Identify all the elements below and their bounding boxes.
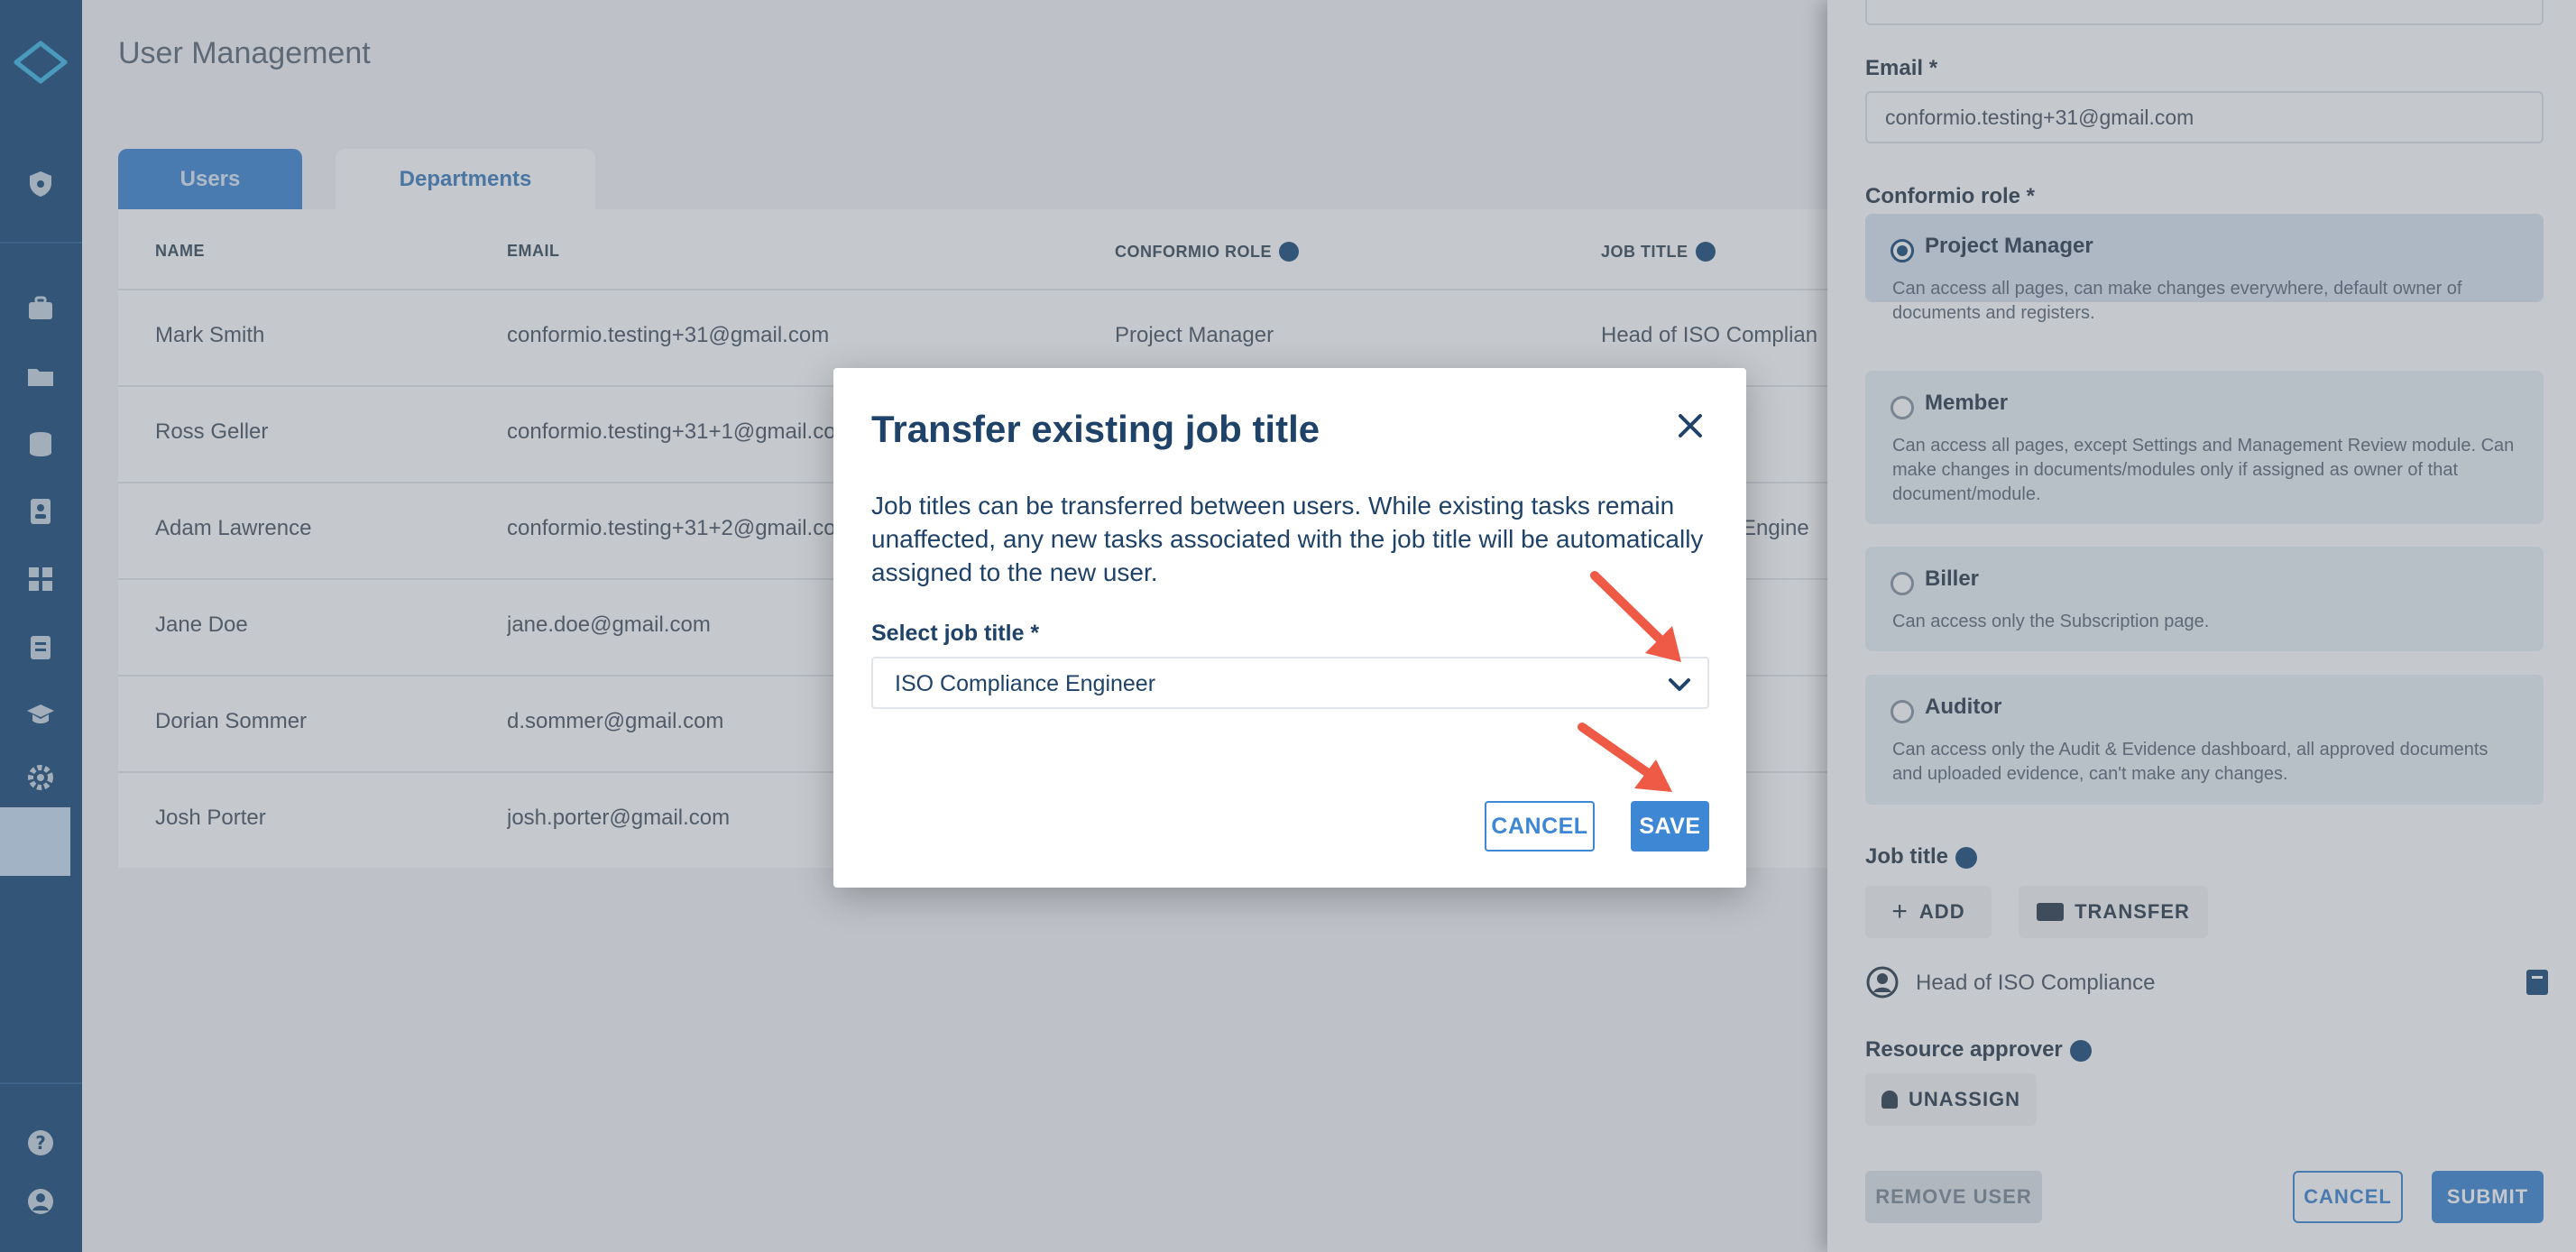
- chevron-down-icon[interactable]: [1666, 672, 1693, 697]
- modal-description: Job titles can be transferred between us…: [871, 492, 1704, 586]
- job-title-select-value: ISO Compliance Engineer: [895, 671, 1156, 696]
- modal-title: Transfer existing job title: [871, 408, 1320, 450]
- select-job-title-label: Select job title *: [871, 621, 1040, 646]
- annotation-arrow-icon: [1590, 571, 1681, 662]
- job-title-select[interactable]: ISO Compliance Engineer: [871, 657, 1709, 709]
- transfer-job-title-modal: Transfer existing job title Job titles c…: [833, 368, 1746, 888]
- cancel-button[interactable]: CANCEL: [1485, 801, 1595, 852]
- close-icon[interactable]: [1672, 408, 1708, 444]
- save-button[interactable]: SAVE: [1631, 801, 1709, 852]
- annotation-arrow-icon: [1578, 723, 1672, 792]
